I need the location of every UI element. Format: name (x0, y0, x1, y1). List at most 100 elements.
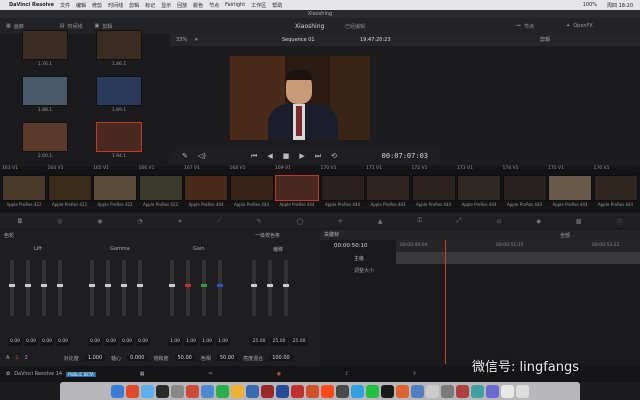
dock-app-icon[interactable] (306, 384, 319, 398)
wheel-slider[interactable] (9, 260, 15, 316)
offset-g[interactable]: 25.00 (270, 338, 288, 346)
loop-icon[interactable]: ⟲ (331, 152, 337, 160)
dock-app-icon[interactable] (171, 384, 184, 398)
lift-g[interactable]: 0.00 (40, 338, 54, 346)
wheel-slider[interactable] (283, 260, 289, 316)
dock-app-icon[interactable] (186, 384, 199, 398)
gallery-thumb[interactable] (96, 30, 142, 60)
slider-knob[interactable] (89, 284, 95, 287)
gain-g[interactable]: 1.00 (200, 338, 214, 346)
dock-app-icon[interactable] (126, 384, 139, 398)
play-icon[interactable]: ▶ (299, 152, 304, 160)
viewer-options-icon[interactable]: ▾ (195, 37, 198, 43)
dock-app-icon[interactable] (456, 384, 469, 398)
wheel-slider[interactable] (41, 260, 47, 316)
slider-knob[interactable] (25, 284, 31, 287)
menu-nodes[interactable]: 节点 (209, 2, 219, 9)
menu-mark[interactable]: 标记 (145, 2, 155, 9)
gain-y[interactable]: 1.00 (168, 338, 182, 346)
page-2-button[interactable]: 2 (25, 355, 28, 361)
clip-thumbnail[interactable] (320, 175, 365, 201)
nodes-button[interactable]: ⊶ 节点 (516, 23, 534, 30)
dock-app-icon[interactable] (411, 384, 424, 398)
skip-end-icon[interactable]: ⏭ (315, 152, 321, 161)
dock-app-icon[interactable] (501, 384, 514, 398)
wheel-slider[interactable] (105, 260, 111, 316)
gallery-thumb[interactable] (22, 30, 68, 60)
dock-app-icon[interactable] (231, 384, 244, 398)
wheel-slider[interactable] (251, 260, 257, 316)
dock-app-icon[interactable] (366, 384, 379, 398)
window-icon[interactable]: ◯ (296, 218, 303, 225)
page-media-icon[interactable]: ▦ (140, 371, 145, 377)
wheel-slider[interactable] (217, 260, 223, 316)
camera-raw-icon[interactable]: ◘ (17, 218, 22, 225)
hue-value[interactable]: 50.00 (216, 355, 238, 361)
wheel-slider[interactable] (25, 260, 31, 316)
dock-app-icon[interactable] (321, 384, 334, 398)
app-menu[interactable]: DaVinci Resolve (9, 2, 54, 8)
slider-knob[interactable] (251, 284, 257, 287)
tracker-icon[interactable]: ✛ (338, 218, 343, 225)
clip-thumbnail[interactable] (548, 175, 592, 201)
viewer-frame[interactable] (230, 56, 370, 140)
wheel-slider[interactable] (57, 260, 63, 316)
clips-button[interactable]: ▣ 剪辑 (95, 23, 113, 30)
dock-app-icon[interactable] (156, 384, 169, 398)
sequence-name[interactable]: Sequence 01 (282, 37, 315, 43)
gallery-thumb[interactable] (22, 76, 68, 106)
page-color-icon[interactable]: ◉ (277, 371, 281, 377)
offset-r[interactable]: 25.00 (250, 338, 268, 346)
clip-thumbnail[interactable] (593, 175, 638, 201)
dock-app-icon[interactable] (216, 384, 229, 398)
rgb-mixer-icon[interactable]: ◔ (137, 218, 142, 225)
keyframe-track-master[interactable] (396, 252, 640, 264)
wheel-slider[interactable] (185, 260, 191, 316)
clip-thumbnail[interactable] (138, 175, 183, 201)
dock-app-icon[interactable] (351, 384, 364, 398)
eyedropper-icon[interactable]: ✎ (182, 152, 188, 160)
slider-knob[interactable] (185, 284, 191, 287)
openfx-button[interactable]: ✦ OpenFX (566, 23, 593, 29)
slider-knob[interactable] (121, 284, 127, 287)
gallery-button[interactable]: ▦ 画廊 (6, 23, 24, 30)
a-button[interactable]: A (6, 355, 9, 361)
dock-app-icon[interactable] (441, 384, 454, 398)
keyframes-icon[interactable]: ◆ (536, 218, 541, 225)
menu-view[interactable]: 显示 (161, 2, 171, 9)
playhead[interactable] (445, 240, 446, 364)
slider-knob[interactable] (57, 284, 63, 287)
gallery-thumb-selected[interactable] (96, 122, 142, 152)
dock-app-icon[interactable] (426, 384, 439, 398)
slider-knob[interactable] (105, 284, 111, 287)
clip-thumbnail[interactable] (184, 175, 228, 201)
dock-app-icon[interactable] (141, 384, 154, 398)
dock-app-icon[interactable] (471, 384, 484, 398)
menu-file[interactable]: 文件 (60, 2, 70, 9)
gamma-b[interactable]: 0.00 (136, 338, 150, 346)
dock-app-icon[interactable] (336, 384, 349, 398)
saturation-value[interactable]: 50.00 (174, 355, 195, 361)
wheel-slider[interactable] (169, 260, 175, 316)
stereo-icon[interactable]: ⊙ (496, 218, 501, 225)
play-reverse-icon[interactable]: ◀ (267, 152, 272, 160)
lum-mix-value[interactable]: 100.00 (269, 355, 293, 361)
slider-knob[interactable] (137, 284, 143, 287)
dock-app-icon[interactable] (381, 384, 394, 398)
wheel-slider[interactable] (89, 260, 95, 316)
curves-icon[interactable]: ⟋ (217, 217, 221, 225)
clip-thumbnail[interactable] (93, 175, 137, 201)
slider-knob[interactable] (267, 284, 273, 287)
slider-knob[interactable] (169, 284, 175, 287)
key-icon[interactable]: ⚿ (417, 217, 422, 225)
lift-b[interactable]: 0.00 (56, 338, 70, 346)
wheel-slider[interactable] (201, 260, 207, 316)
lift-y[interactable]: 0.00 (8, 338, 22, 346)
clip-thumbnail[interactable] (47, 175, 92, 201)
clip-thumbnail[interactable] (502, 175, 547, 201)
dock-app-icon[interactable] (516, 384, 529, 398)
keyframe-ruler[interactable]: 00:00:49:04 00:00:51:15 00:00:53:22 (396, 240, 640, 252)
stop-icon[interactable]: ■ (283, 152, 290, 160)
menu-color[interactable]: 颜色 (193, 2, 203, 9)
slider-knob[interactable] (217, 284, 223, 287)
